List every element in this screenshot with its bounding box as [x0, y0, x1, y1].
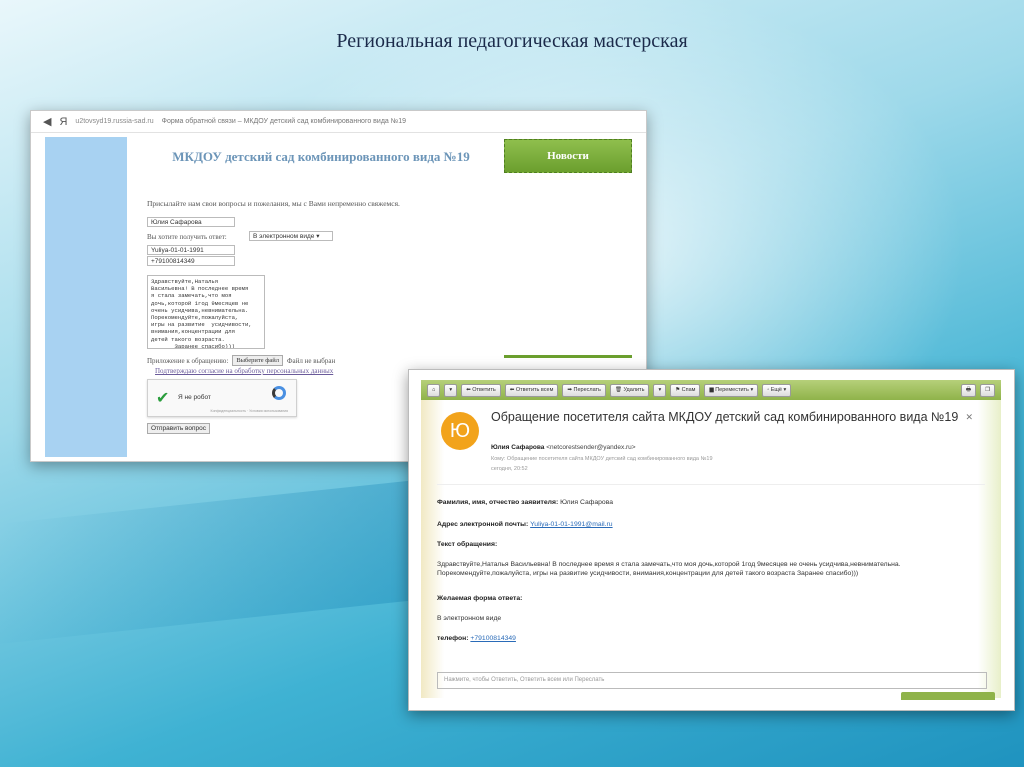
news-panel-divider	[504, 355, 632, 358]
text-value: Здравствуйте,Наталья Васильевна! В после…	[437, 561, 901, 577]
browser-bar: ◀ Я u2tovsyd19.russia-sad.ru Форма обрат…	[31, 111, 646, 133]
menu-dropdown-button[interactable]: ▾	[444, 383, 458, 397]
delete-more-button[interactable]: ▾	[653, 383, 667, 397]
mail-toolbar: ⌂ ▾ ⬅ Ответить ⬅ Ответить всем ➡ Пересла…	[421, 380, 1001, 400]
attachment-label: Приложение к обращению:	[147, 356, 229, 365]
forward-button[interactable]: ➡ Переслать	[562, 383, 606, 397]
home-button[interactable]: ⌂	[427, 383, 441, 397]
email-label: Адрес электронной почты:	[437, 521, 529, 528]
checkmark-icon[interactable]: ✔	[156, 388, 169, 408]
toolbar-right-group: 🖶 ❐	[960, 383, 995, 397]
file-status: Файл не выбран	[287, 356, 336, 365]
reply-format-label: Вы хотите получить ответ:	[147, 233, 227, 241]
sender-name[interactable]: Юлия Сафарова	[491, 444, 544, 451]
more-button[interactable]: ◦ Ещё ▾	[762, 383, 792, 397]
mail-recipient: Кому: Обращение посетителя сайта МКДОУ д…	[491, 456, 713, 462]
form-intro: Присылайте нам свои вопросы и пожелания,…	[147, 199, 400, 208]
sender-avatar: Ю	[441, 412, 479, 450]
left-sidebar	[45, 137, 127, 457]
mail-sender: Юлия Сафарова <netcorestsender@yandex.ru…	[491, 444, 636, 451]
recaptcha-logo-icon	[272, 386, 286, 400]
delete-button[interactable]: 🗑 Удалить	[609, 383, 650, 397]
recaptcha-widget[interactable]: ✔ Я не робот Конфиденциальность · Услови…	[147, 379, 297, 417]
text-label: Текст обращения:	[437, 541, 498, 548]
phone-link[interactable]: +79100814349	[470, 635, 516, 642]
news-tab[interactable]: Новости	[504, 139, 632, 173]
slide-title: Региональная педагогическая мастерская	[336, 30, 688, 52]
answer-form-value: В электронном виде	[437, 615, 502, 622]
email-link[interactable]: Yuliya-01-01-1991@mail.ru	[530, 521, 612, 528]
yandex-logo-icon[interactable]: Я	[59, 116, 67, 128]
captcha-label: Я не робот	[178, 394, 211, 401]
fio-value: Юлия Сафарова	[560, 499, 614, 506]
mail-time: сегодня, 20:52	[491, 466, 528, 472]
close-icon[interactable]: ✕	[965, 412, 973, 423]
attachment-row: Приложение к обращению: Выберите файл Фа…	[147, 355, 335, 366]
message-textarea[interactable]: Здравствуйте,Наталья Васильевна! В после…	[147, 275, 265, 349]
mail-divider	[437, 484, 985, 485]
bottom-status-tab	[901, 692, 995, 700]
email-field[interactable]: Yuliya-01-01-1991	[147, 245, 235, 255]
phone-field[interactable]: +79100814349	[147, 256, 235, 266]
reply-all-button[interactable]: ⬅ Ответить всем	[504, 383, 559, 397]
choose-file-button[interactable]: Выберите файл	[232, 355, 284, 366]
email-row: Адрес электронной почты: Yuliya-01-01-19…	[437, 520, 613, 529]
quick-reply-input[interactable]: Нажмите, чтобы Ответить, Ответить всем и…	[437, 672, 987, 689]
site-title[interactable]: МКДОУ детский сад комбинированного вида …	[151, 149, 491, 165]
phone-label: телефон:	[437, 635, 469, 642]
browser-url[interactable]: u2tovsyd19.russia-sad.ru	[75, 118, 153, 125]
browser-page-title: Форма обратной связи – МКДОУ детский сад…	[161, 118, 407, 125]
spam-button[interactable]: ⚑ Спам	[670, 383, 701, 397]
mail-subject: Обращение посетителя сайта МКДОУ детский…	[491, 410, 959, 424]
sender-email[interactable]: <netcorestsender@yandex.ru>	[546, 444, 635, 451]
fio-row: Фамилия, имя, отчество заявителя: Юлия С…	[437, 498, 613, 507]
phone-row: телефон: +79100814349	[437, 634, 516, 643]
consent-link[interactable]: Подтверждаю согласие на обработку персон…	[155, 367, 333, 375]
print-icon[interactable]: 🖶	[960, 383, 977, 397]
reply-button[interactable]: ⬅ Ответить	[461, 383, 501, 397]
fio-label: Фамилия, имя, отчество заявителя:	[437, 499, 559, 506]
answer-form-label: Желаемая форма ответа:	[437, 595, 523, 602]
move-button[interactable]: ▆ Переместить ▾	[704, 383, 759, 397]
reply-format-select[interactable]: В электронном виде ▾	[249, 231, 333, 241]
window-icon[interactable]: ❐	[980, 383, 995, 397]
email-screenshot: ⌂ ▾ ⬅ Ответить ⬅ Ответить всем ➡ Пересла…	[408, 369, 1015, 711]
mail-frame: ⌂ ▾ ⬅ Ответить ⬅ Ответить всем ➡ Пересла…	[421, 380, 1001, 700]
back-arrow-icon[interactable]: ◀	[43, 115, 51, 128]
submit-question-button[interactable]: Отправить вопрос	[147, 423, 211, 434]
name-field[interactable]: Юлия Сафарова	[147, 217, 235, 227]
captcha-fineprint: Конфиденциальность · Условия использован…	[210, 409, 288, 413]
